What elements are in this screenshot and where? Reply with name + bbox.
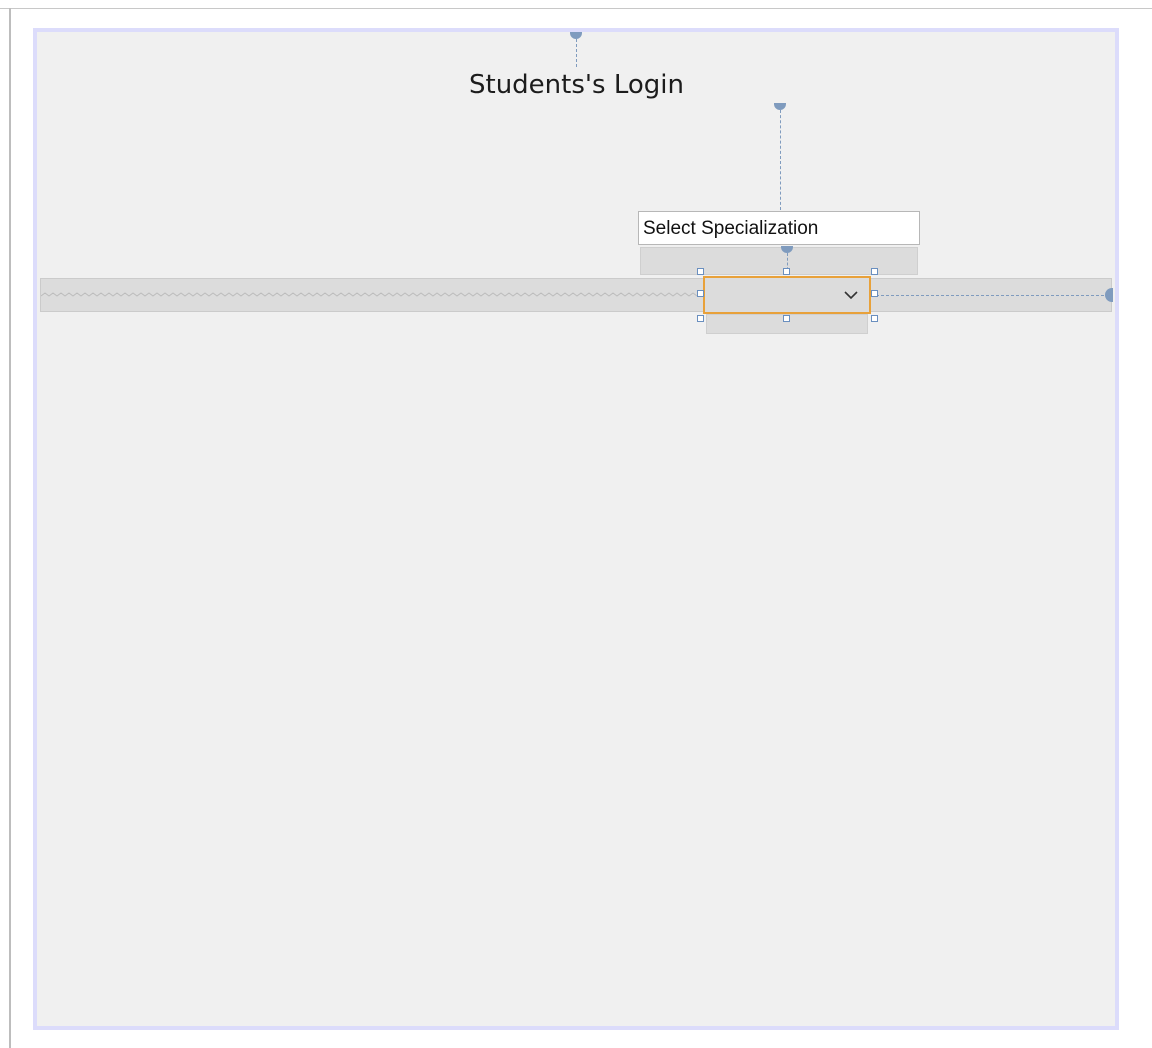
resize-handle-bottom-left[interactable] — [697, 315, 704, 322]
resize-handle-bottom-right[interactable] — [871, 315, 878, 322]
spring-wave-icon — [41, 292, 698, 297]
right-anchor-icon — [1105, 288, 1113, 302]
form-title[interactable]: Students's Login — [469, 70, 684, 100]
form-design-surface[interactable] — [33, 28, 1119, 1030]
resize-handle-left[interactable] — [697, 290, 704, 297]
select-specialization-label[interactable]: Select Specialization — [638, 211, 920, 245]
right-snapline — [876, 295, 1104, 296]
resize-handle-top[interactable] — [783, 268, 790, 275]
chevron-down-icon[interactable] — [843, 288, 859, 302]
resize-handle-top-right[interactable] — [871, 268, 878, 275]
specialization-combobox[interactable] — [703, 276, 871, 314]
designer-top-border — [0, 8, 1152, 9]
designer-left-border — [9, 8, 11, 1048]
resize-handle-top-left[interactable] — [697, 268, 704, 275]
resize-handle-bottom[interactable] — [783, 315, 790, 322]
resize-handle-right[interactable] — [871, 290, 878, 297]
label-snapline — [780, 110, 781, 210]
title-snapline — [576, 39, 577, 67]
